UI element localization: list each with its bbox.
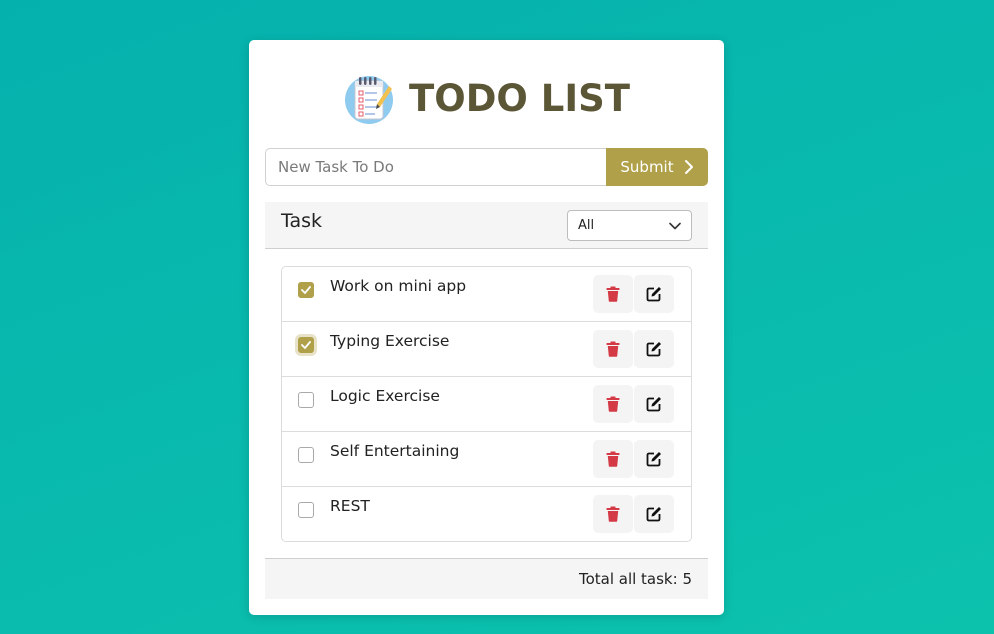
edit-button[interactable] bbox=[634, 495, 674, 533]
trash-icon bbox=[606, 286, 620, 302]
task-item: Logic Exercise bbox=[282, 377, 691, 432]
checkmark-icon bbox=[301, 341, 311, 349]
app-header: TODO LIST bbox=[249, 70, 724, 126]
total-task-count: Total all task: 5 bbox=[578, 570, 692, 588]
task-item: Work on mini app bbox=[282, 267, 691, 322]
task-label: REST bbox=[330, 497, 370, 515]
checkmark-icon bbox=[301, 286, 311, 294]
task-item: REST bbox=[282, 487, 691, 541]
edit-icon bbox=[646, 397, 661, 412]
chevron-down-icon bbox=[669, 222, 681, 229]
trash-icon bbox=[606, 506, 620, 522]
task-label: Typing Exercise bbox=[330, 332, 450, 350]
task-checkbox[interactable] bbox=[298, 282, 314, 298]
edit-button[interactable] bbox=[634, 330, 674, 368]
filter-selected-value: All bbox=[578, 218, 595, 233]
new-task-input[interactable] bbox=[265, 148, 606, 186]
task-item: Self Entertaining bbox=[282, 432, 691, 487]
trash-icon bbox=[606, 451, 620, 467]
new-task-form: Submit bbox=[265, 148, 708, 186]
task-label: Work on mini app bbox=[330, 277, 467, 295]
edit-icon bbox=[646, 287, 661, 302]
edit-button[interactable] bbox=[634, 440, 674, 478]
delete-button[interactable] bbox=[593, 495, 633, 533]
task-checkbox[interactable] bbox=[298, 392, 314, 408]
filter-select[interactable]: All bbox=[567, 210, 692, 241]
task-list-heading: Task bbox=[281, 210, 323, 232]
task-list-footer: Total all task: 5 bbox=[265, 558, 708, 599]
task-list: Work on mini app Typing Exercise Logic E… bbox=[281, 266, 692, 542]
notepad-checklist-icon bbox=[345, 76, 393, 124]
edit-icon bbox=[646, 507, 661, 522]
trash-icon bbox=[606, 396, 620, 412]
delete-button[interactable] bbox=[593, 275, 633, 313]
task-item: Typing Exercise bbox=[282, 322, 691, 377]
edit-button[interactable] bbox=[634, 385, 674, 423]
app-title: TODO LIST bbox=[409, 76, 630, 120]
edit-button[interactable] bbox=[634, 275, 674, 313]
task-label: Self Entertaining bbox=[330, 442, 460, 460]
delete-button[interactable] bbox=[593, 385, 633, 423]
todo-card: TODO LIST Submit Task All Work on mini a… bbox=[249, 40, 724, 615]
task-label: Logic Exercise bbox=[330, 387, 440, 405]
task-list-header: Task All bbox=[265, 202, 708, 249]
task-checkbox[interactable] bbox=[298, 337, 314, 353]
delete-button[interactable] bbox=[593, 330, 633, 368]
edit-icon bbox=[646, 452, 661, 467]
trash-icon bbox=[606, 341, 620, 357]
submit-button-label: Submit bbox=[620, 158, 674, 176]
chevron-right-icon bbox=[684, 160, 693, 174]
submit-button[interactable]: Submit bbox=[606, 148, 708, 186]
delete-button[interactable] bbox=[593, 440, 633, 478]
task-checkbox[interactable] bbox=[298, 447, 314, 463]
edit-icon bbox=[646, 342, 661, 357]
task-checkbox[interactable] bbox=[298, 502, 314, 518]
